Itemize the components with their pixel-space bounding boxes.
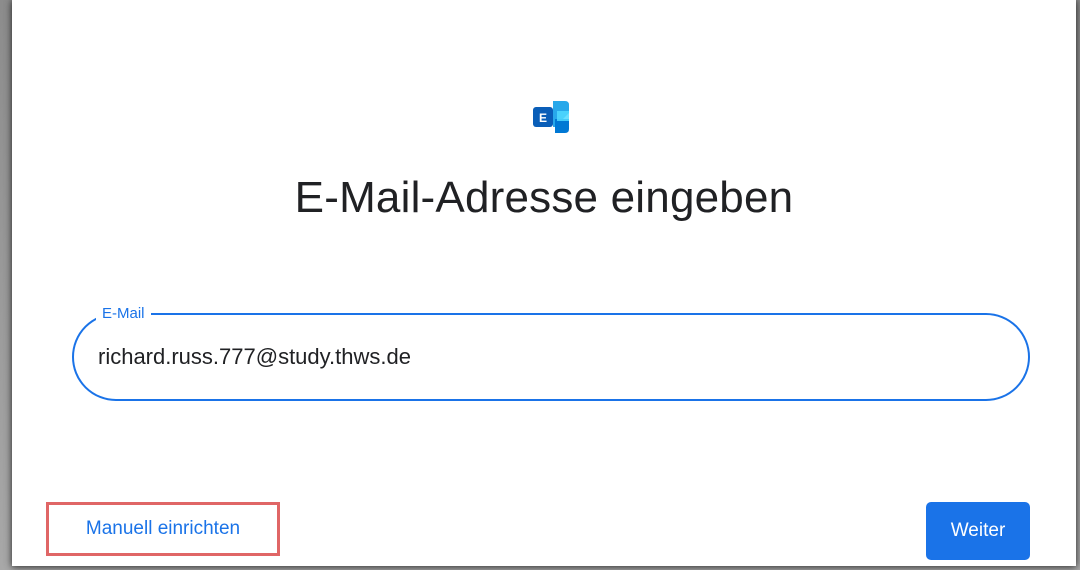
next-button[interactable]: Weiter xyxy=(926,502,1030,560)
email-input[interactable] xyxy=(98,337,978,377)
setup-dialog: E E-Mail-Adresse eingeben E-Mail Manuell… xyxy=(12,0,1076,566)
manual-setup-link[interactable]: Manuell einrichten xyxy=(46,502,280,556)
page-title: E-Mail-Adresse eingeben xyxy=(294,173,794,222)
email-field[interactable]: E-Mail xyxy=(72,305,1030,401)
svg-text:E: E xyxy=(539,111,547,125)
microsoft-exchange-icon: E xyxy=(533,101,569,133)
email-field-label: E-Mail xyxy=(96,305,151,323)
